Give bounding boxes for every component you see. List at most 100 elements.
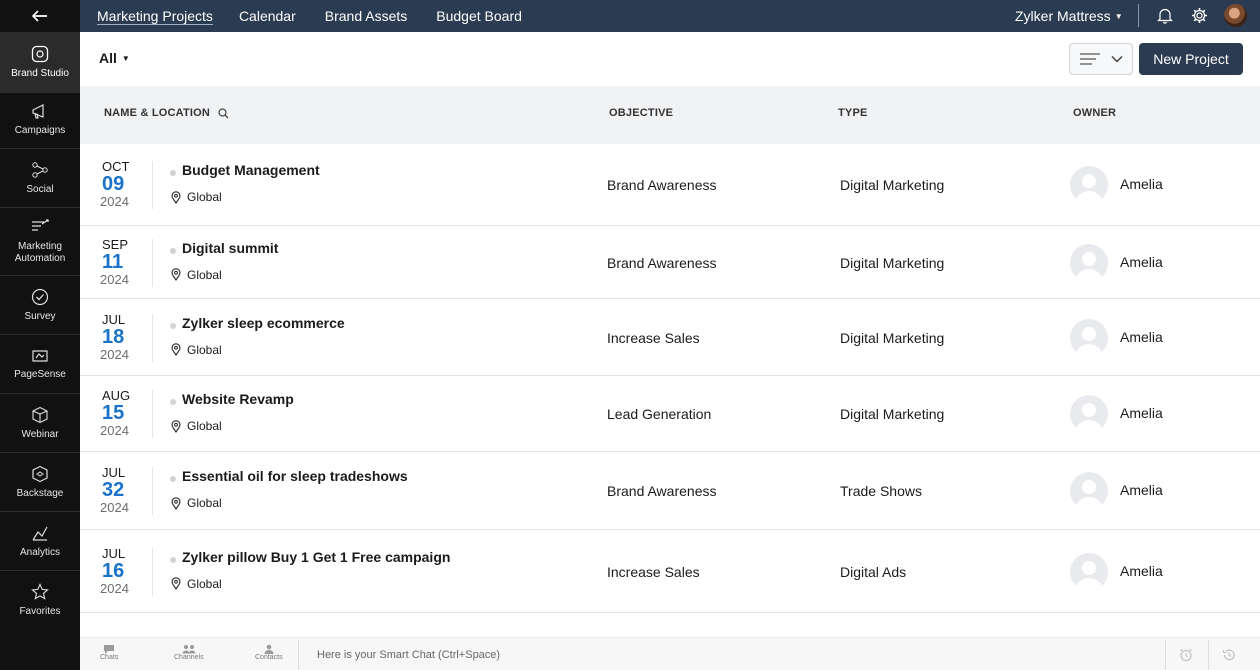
project-location: Global (171, 343, 222, 357)
bottom-chat-bar: Chats Channels Contacts Here is your Sma… (80, 637, 1260, 670)
contacts-button[interactable]: Contacts (255, 644, 283, 661)
project-name[interactable]: Budget Management (182, 162, 320, 178)
project-name[interactable]: Zylker sleep ecommerce (182, 315, 345, 331)
list-lines-icon (1080, 53, 1100, 65)
objective-cell: Lead Generation (607, 406, 712, 422)
project-name[interactable]: Essential oil for sleep tradeshows (182, 468, 408, 484)
table-row[interactable]: JUL 32 2024 Essential oil for sleep trad… (80, 452, 1260, 530)
type-cell: Digital Ads (840, 563, 907, 580)
owner-avatar (1070, 472, 1108, 510)
location-label: Global (187, 342, 222, 357)
left-sidebar: Brand Studio Campaigns Social Marketing … (0, 0, 80, 670)
table-row[interactable]: JUL 18 2024 Zylker sleep ecommerce Globa… (80, 299, 1260, 376)
date-divider (152, 467, 153, 515)
date-month: SEP (102, 236, 129, 252)
sidebar-item-marketing-automation[interactable]: Marketing Automation (0, 208, 80, 276)
sidebar-item-favorites[interactable]: Favorites (0, 571, 80, 630)
new-project-button[interactable]: New Project (1139, 43, 1243, 75)
contact-icon (264, 644, 274, 654)
sidebar-item-label: Social (26, 183, 54, 195)
sidebar-item-backstage[interactable]: Backstage (0, 453, 80, 512)
bell-icon[interactable] (1157, 7, 1173, 24)
alarm-clock-icon[interactable] (1179, 648, 1193, 662)
status-dot (170, 476, 176, 482)
sidebar-item-pagesense[interactable]: PageSense (0, 335, 80, 394)
sidebar-item-label: PageSense (14, 368, 66, 380)
user-avatar[interactable] (1224, 4, 1247, 27)
sidebar-item-social[interactable]: Social (0, 149, 80, 208)
tab-budget-board[interactable]: Budget Board (436, 0, 522, 32)
table-row[interactable]: AUG 15 2024 Website Revamp Global Lead G… (80, 376, 1260, 452)
column-header-type[interactable]: TYPE (838, 107, 868, 119)
sidebar-item-webinar[interactable]: Webinar (0, 394, 80, 453)
search-icon[interactable] (218, 107, 229, 119)
date-divider (152, 313, 153, 362)
org-switcher[interactable]: Zylker Mattress ▼ (1015, 0, 1123, 32)
channels-label: Channels (174, 654, 204, 661)
table-row[interactable]: SEP 11 2024 Digital summit Global Brand … (80, 226, 1260, 299)
owner-avatar (1070, 318, 1108, 357)
tab-brand-assets[interactable]: Brand Assets (325, 0, 408, 32)
date-day: 32 (102, 479, 125, 501)
table-row[interactable]: JUL 16 2024 Zylker pillow Buy 1 Get 1 Fr… (80, 530, 1260, 613)
type-cell: Digital Marketing (840, 329, 945, 346)
column-header-objective[interactable]: OBJECTIVE (609, 107, 673, 119)
location-pin-icon (171, 343, 181, 356)
location-label: Global (187, 496, 222, 510)
contacts-label: Contacts (255, 654, 283, 661)
location-pin-icon (171, 268, 181, 281)
sidebar-item-label: Webinar (21, 428, 59, 440)
gear-icon[interactable] (1191, 7, 1208, 24)
view-filter-dropdown[interactable]: All ▼ (99, 50, 130, 66)
date-month: AUG (102, 388, 131, 403)
column-header-owner[interactable]: OWNER (1073, 107, 1116, 119)
smart-chat-input[interactable]: Here is your Smart Chat (Ctrl+Space) (317, 649, 500, 661)
owner-name: Amelia (1120, 482, 1163, 498)
back-button[interactable] (0, 0, 80, 33)
owner-name: Amelia (1120, 328, 1163, 345)
sidebar-item-label: Backstage (16, 487, 64, 499)
date-divider (152, 390, 153, 438)
status-dot (170, 170, 176, 176)
tab-marketing-projects[interactable]: Marketing Projects (97, 0, 213, 32)
sort-view-button[interactable] (1069, 43, 1133, 75)
channels-button[interactable]: Channels (174, 644, 204, 661)
brand-studio-icon (31, 45, 49, 63)
date-year: 2024 (100, 423, 129, 438)
history-icon[interactable] (1222, 648, 1236, 662)
status-dot (170, 399, 176, 405)
location-pin-icon (171, 419, 181, 433)
sidebar-item-brand-studio[interactable]: Brand Studio (0, 33, 80, 93)
date-day: 16 (102, 559, 125, 582)
date-year: 2024 (100, 271, 129, 287)
location-label: Global (187, 576, 222, 591)
project-location: Global (171, 496, 222, 510)
filter-label: All (99, 50, 117, 66)
owner-avatar (1070, 552, 1108, 591)
automation-icon (32, 219, 49, 231)
project-name[interactable]: Zylker pillow Buy 1 Get 1 Free campaign (182, 549, 450, 565)
location-pin-icon (171, 496, 181, 510)
chats-button[interactable]: Chats (100, 644, 118, 661)
people-icon (182, 645, 196, 654)
date-month: JUL (102, 465, 126, 480)
objective-cell: Increase Sales (607, 563, 700, 580)
date-year: 2024 (100, 346, 129, 362)
tab-calendar[interactable]: Calendar (239, 0, 296, 32)
chats-label: Chats (100, 654, 119, 661)
table-row[interactable]: OCT 09 2024 Budget Management Global Bra… (80, 144, 1260, 226)
column-header-name[interactable]: NAME & LOCATION (104, 107, 229, 119)
sidebar-item-survey[interactable]: Survey (0, 276, 80, 335)
sidebar-item-analytics[interactable]: Analytics (0, 512, 80, 571)
location-pin-icon (171, 577, 181, 590)
date-divider (152, 161, 153, 209)
type-cell: Digital Marketing (840, 406, 945, 422)
owner-name: Amelia (1120, 405, 1163, 421)
pagesense-icon (32, 349, 48, 362)
project-location: Global (171, 268, 222, 282)
sidebar-item-campaigns[interactable]: Campaigns (0, 93, 80, 149)
location-label: Global (187, 190, 222, 204)
location-label: Global (187, 419, 222, 433)
project-name[interactable]: Digital summit (182, 240, 278, 256)
project-name[interactable]: Website Revamp (182, 391, 294, 407)
